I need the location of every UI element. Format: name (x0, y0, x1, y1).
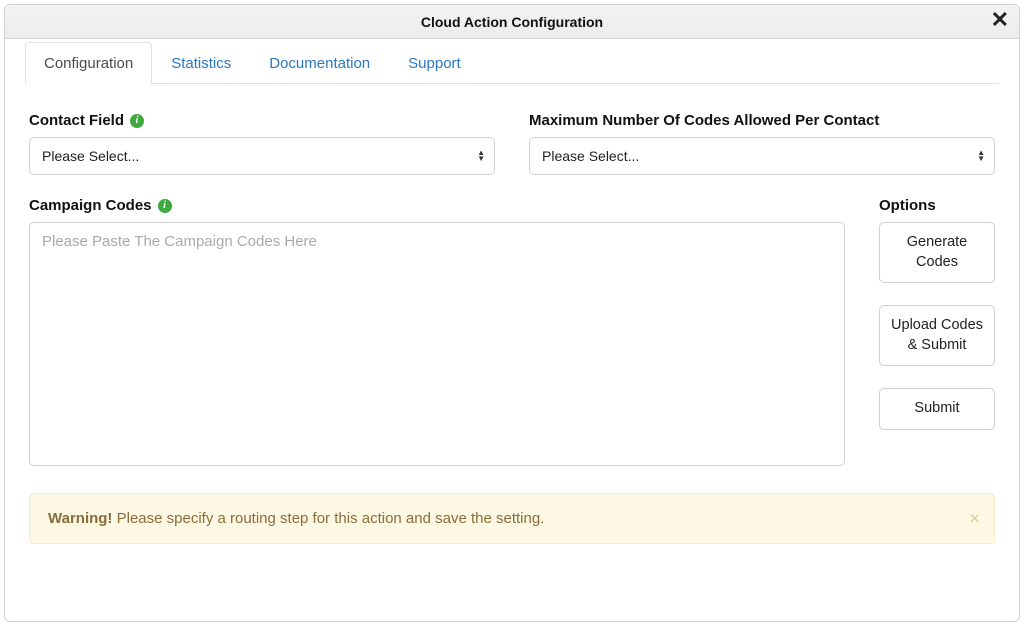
tab-documentation[interactable]: Documentation (250, 42, 389, 84)
campaign-codes-group: Campaign Codes i (29, 197, 845, 471)
info-icon[interactable]: i (158, 199, 172, 213)
dialog-title: Cloud Action Configuration (421, 14, 603, 30)
warning-alert: Warning! Please specify a routing step f… (29, 493, 995, 544)
max-codes-group: Maximum Number Of Codes Allowed Per Cont… (529, 112, 995, 175)
campaign-codes-label-text: Campaign Codes (29, 197, 152, 214)
tab-content: Contact Field i Please Select... ▲▼ Maxi… (5, 84, 1019, 564)
dialog-header: Cloud Action Configuration ✕ (5, 5, 1019, 39)
max-codes-label-text: Maximum Number Of Codes Allowed Per Cont… (529, 112, 879, 129)
form-row-top: Contact Field i Please Select... ▲▼ Maxi… (29, 112, 995, 175)
info-icon[interactable]: i (130, 114, 144, 128)
campaign-codes-textarea[interactable] (29, 222, 845, 466)
tabs: Configuration Statistics Documentation S… (25, 42, 999, 84)
close-icon[interactable]: ✕ (991, 9, 1009, 31)
generate-codes-button[interactable]: Generate Codes (879, 222, 995, 283)
contact-field-group: Contact Field i Please Select... ▲▼ (29, 112, 495, 175)
tabs-container: Configuration Statistics Documentation S… (5, 42, 1019, 84)
options-label: Options (879, 197, 995, 214)
tab-support[interactable]: Support (389, 42, 480, 84)
contact-field-select[interactable]: Please Select... (29, 137, 495, 175)
dialog: Cloud Action Configuration ✕ Configurati… (4, 4, 1020, 622)
warning-alert-strong: Warning! (48, 510, 112, 527)
max-codes-select[interactable]: Please Select... (529, 137, 995, 175)
warning-alert-text: Please specify a routing step for this a… (112, 510, 544, 527)
contact-field-select-wrap: Please Select... ▲▼ (29, 137, 495, 175)
upload-codes-submit-button[interactable]: Upload Codes & Submit (879, 305, 995, 366)
max-codes-select-wrap: Please Select... ▲▼ (529, 137, 995, 175)
tab-statistics[interactable]: Statistics (152, 42, 250, 84)
contact-field-label: Contact Field i (29, 112, 495, 129)
alert-close-icon[interactable]: × (969, 508, 980, 529)
tab-configuration[interactable]: Configuration (25, 42, 152, 84)
submit-button[interactable]: Submit (879, 388, 995, 430)
form-row-main: Campaign Codes i Options Generate Codes … (29, 197, 995, 471)
contact-field-label-text: Contact Field (29, 112, 124, 129)
options-group: Options Generate Codes Upload Codes & Su… (879, 197, 995, 471)
max-codes-label: Maximum Number Of Codes Allowed Per Cont… (529, 112, 995, 129)
campaign-codes-label: Campaign Codes i (29, 197, 845, 214)
